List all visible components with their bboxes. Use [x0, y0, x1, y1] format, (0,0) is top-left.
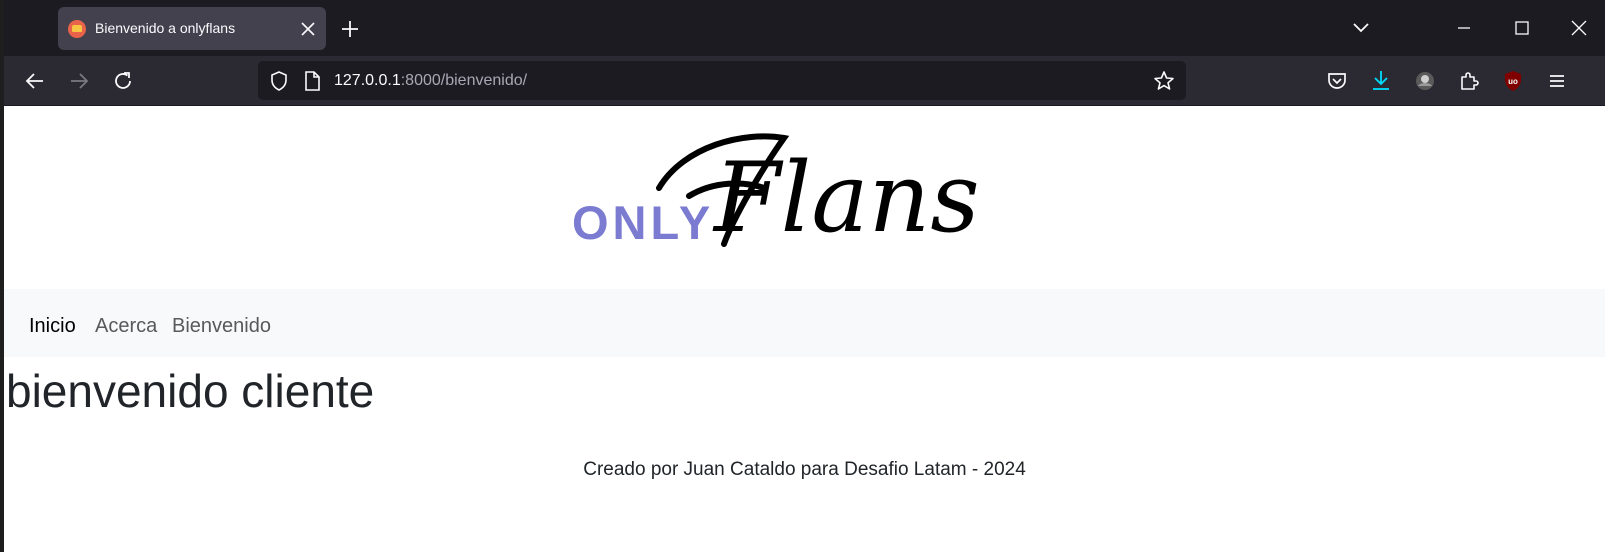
browser-window: Bienvenido a onlyflans 127.0.0.1:8000/bi… [0, 0, 1605, 552]
new-tab-icon[interactable] [337, 16, 363, 42]
download-icon[interactable] [1366, 66, 1396, 96]
active-tab[interactable]: Bienvenido a onlyflans [58, 7, 326, 50]
page-heading: bienvenido cliente [6, 365, 375, 417]
nav-link-inicio[interactable]: Inicio [29, 315, 76, 338]
nav-link-acerca[interactable]: Acerca [95, 315, 157, 338]
page-footer: Creado por Juan Cataldo para Desafio Lat… [583, 459, 1026, 480]
page-icon[interactable] [302, 70, 322, 92]
back-icon[interactable] [20, 66, 50, 96]
address-bar[interactable]: 127.0.0.1:8000/bienvenido/ [258, 61, 1186, 100]
svg-text:uo: uo [1508, 77, 1518, 86]
account-icon[interactable] [1410, 66, 1440, 96]
shield-icon[interactable] [268, 70, 290, 92]
onlyflans-logo[interactable]: ONLY Flans [564, 126, 1044, 261]
close-tab-icon[interactable] [296, 17, 320, 41]
reload-icon[interactable] [108, 66, 138, 96]
tab-list-icon[interactable] [1343, 12, 1379, 44]
logo-only-text: ONLY [572, 196, 714, 249]
site-navbar: Inicio Acerca Bienvenido [4, 289, 1605, 357]
pocket-icon[interactable] [1322, 66, 1352, 96]
logo-flans-text: Flans [712, 142, 980, 254]
tab-bar: Bienvenido a onlyflans [4, 0, 1605, 56]
tab-title: Bienvenido a onlyflans [95, 20, 236, 36]
navigation-toolbar: 127.0.0.1:8000/bienvenido/ uo [4, 56, 1605, 105]
bookmark-star-icon[interactable] [1152, 69, 1176, 93]
url-path: :8000/bienvenido/ [400, 72, 528, 89]
ublock-icon[interactable]: uo [1498, 66, 1528, 96]
maximize-icon[interactable] [1504, 12, 1540, 44]
url-host: 127.0.0.1 [334, 72, 401, 89]
minimize-icon[interactable] [1446, 12, 1482, 44]
url-text[interactable]: 127.0.0.1:8000/bienvenido/ [334, 72, 527, 90]
extensions-icon[interactable] [1454, 66, 1484, 96]
forward-icon[interactable] [64, 66, 94, 96]
flan-favicon-icon [68, 20, 86, 38]
nav-link-bienvenido[interactable]: Bienvenido [172, 315, 271, 338]
close-window-icon[interactable] [1561, 12, 1597, 44]
web-page: ONLY Flans Inicio Acerca Bienvenido bien… [4, 106, 1605, 552]
menu-icon[interactable] [1542, 66, 1572, 96]
